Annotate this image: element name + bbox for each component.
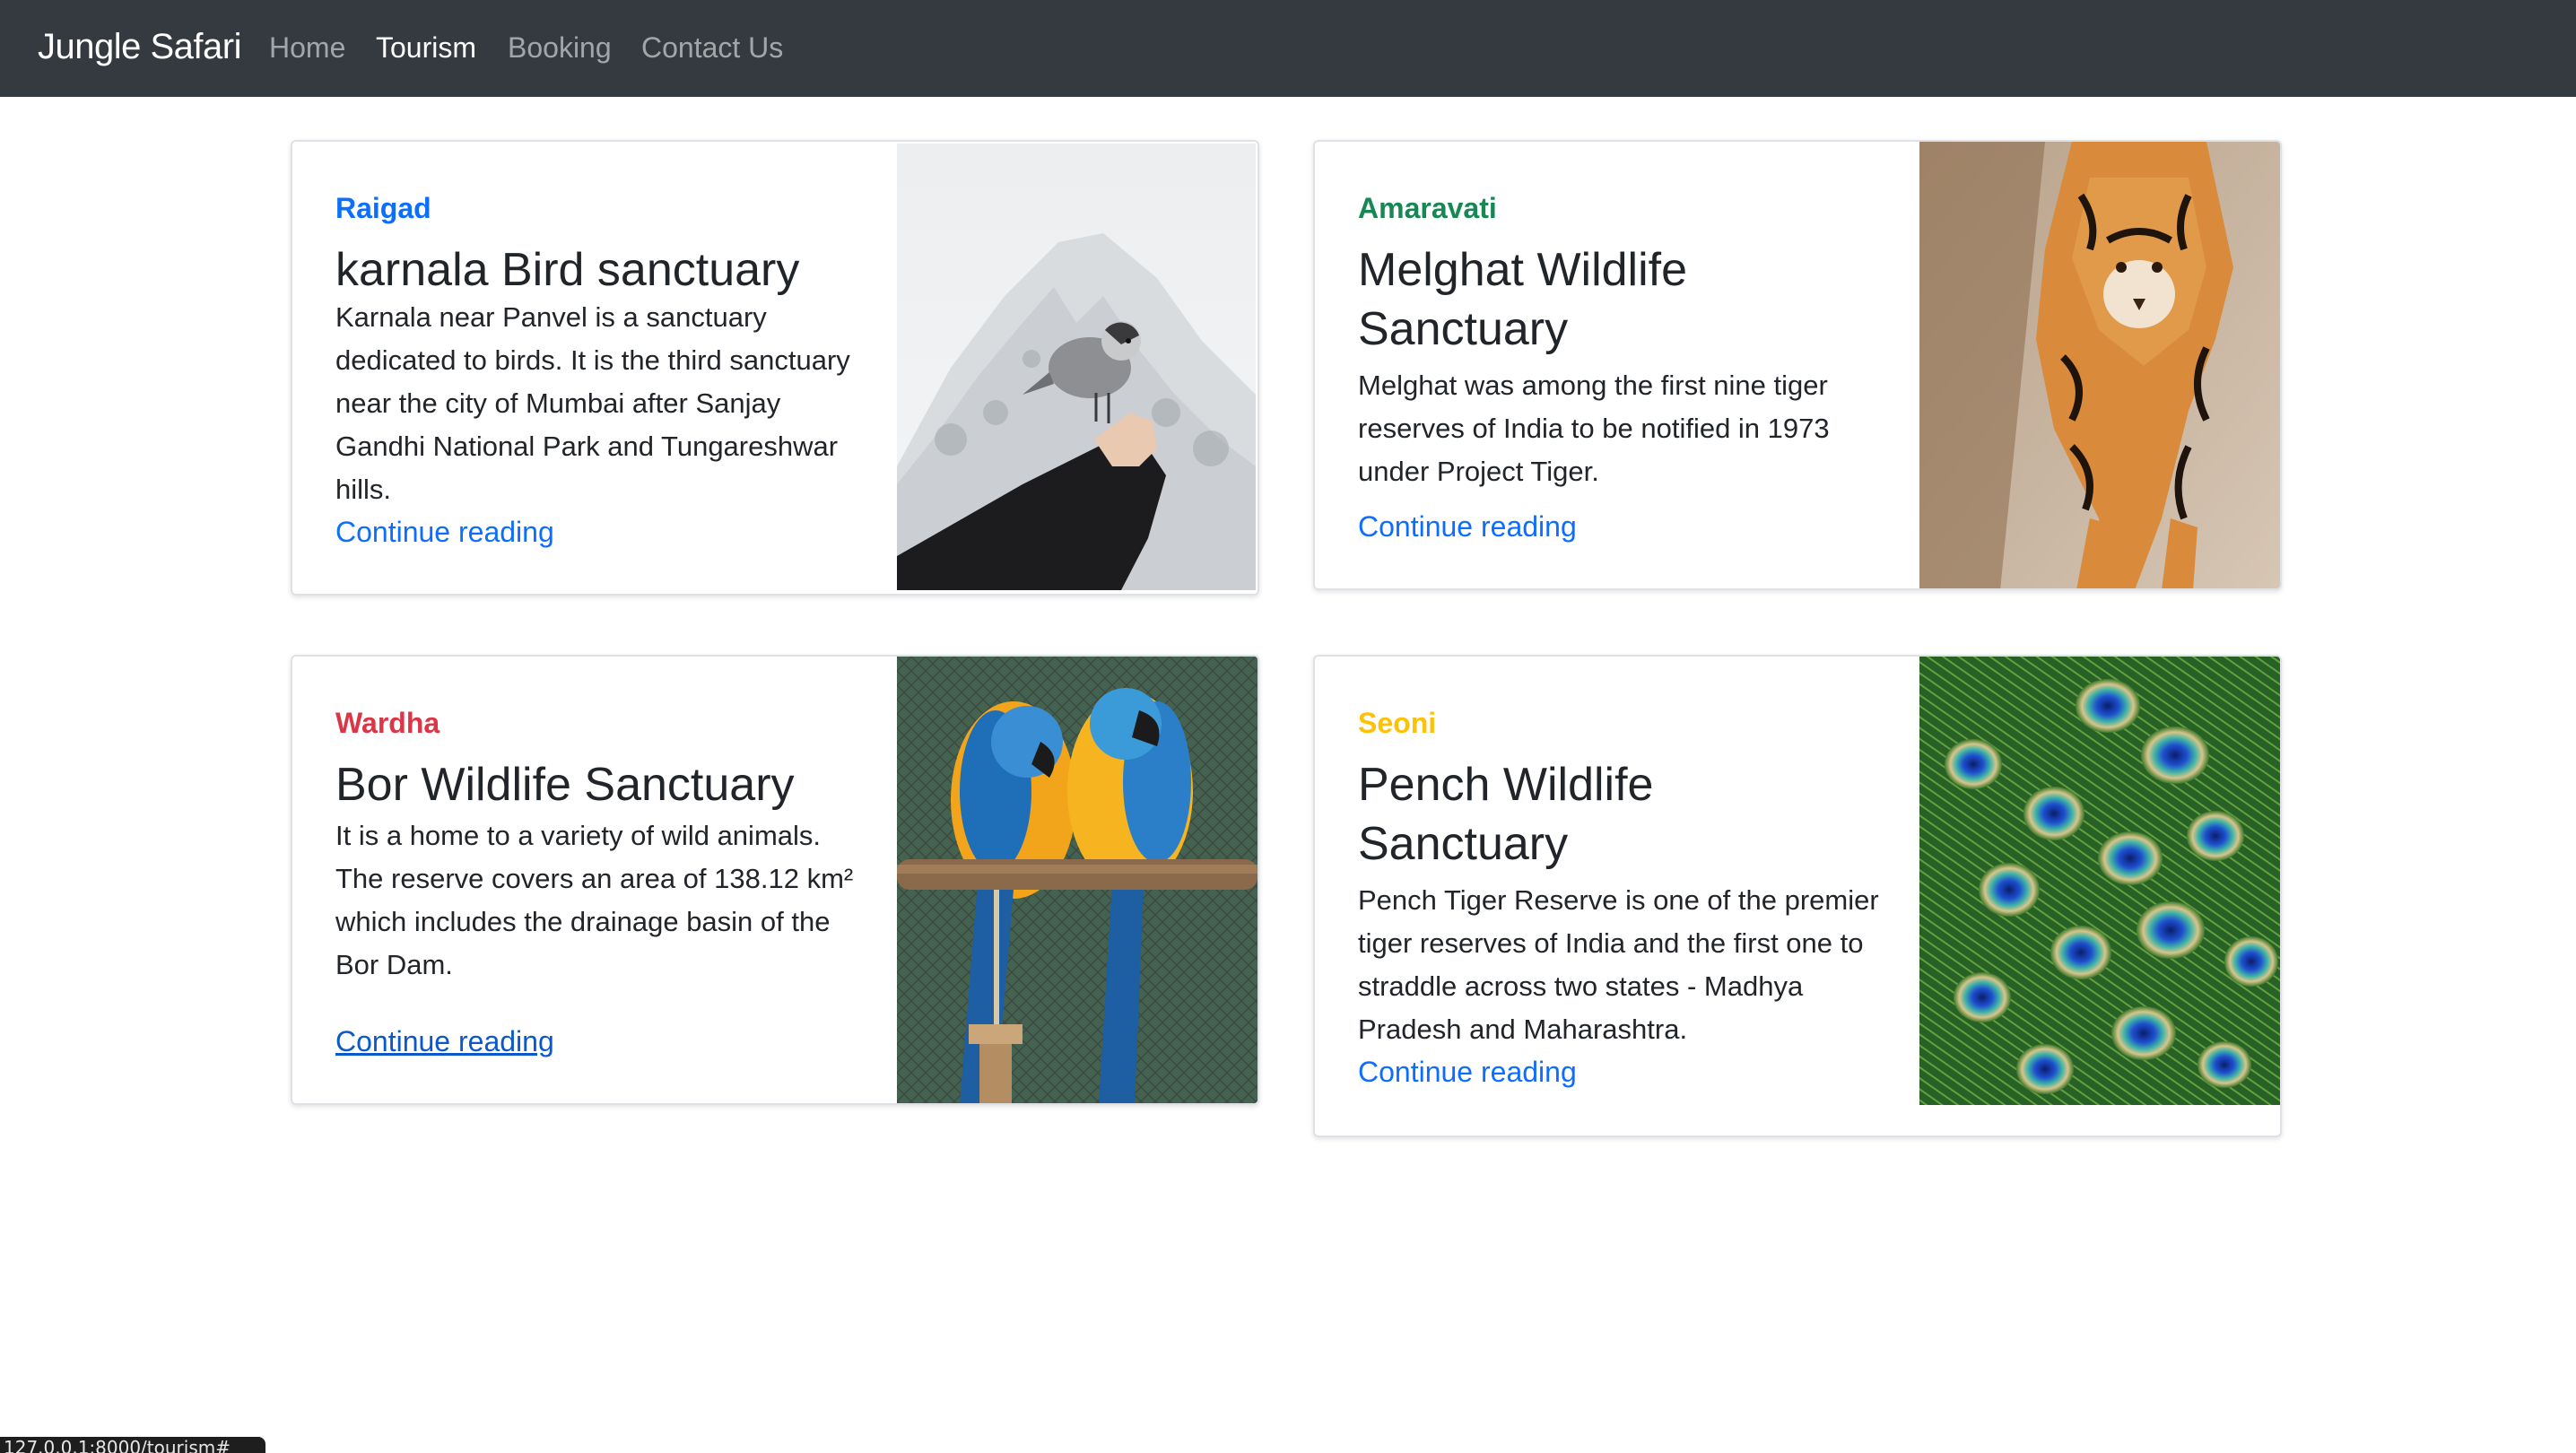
card-text: It is a home to a variety of wild animal… xyxy=(335,820,854,980)
card-region-label: Raigad xyxy=(335,192,431,224)
card-region-label: Seoni xyxy=(1358,707,1437,739)
card-region-label: Amaravati xyxy=(1358,192,1497,224)
card-title: karnala Bird sanctuary xyxy=(335,244,800,296)
sanctuary-card-bor: Wardha Bor Wildlife Sanctuary It is a ho… xyxy=(291,655,1259,1105)
sanctuary-card-pench: Seoni Pench Wildlife Sanctuary Pench Tig… xyxy=(1313,655,2282,1137)
macaw-parrots-image xyxy=(897,657,1258,1103)
nav-link-booking[interactable]: Booking xyxy=(508,29,612,66)
continue-reading-link[interactable]: Continue reading xyxy=(335,513,554,551)
brand-link[interactable]: Jungle Safari xyxy=(38,23,241,70)
continue-reading-link[interactable]: Continue reading xyxy=(335,1022,554,1060)
continue-reading-link[interactable]: Continue reading xyxy=(1358,508,1577,545)
card-title: Bor Wildlife Sanctuary xyxy=(335,759,795,811)
top-navbar: Jungle Safari Home Tourism Booking Conta… xyxy=(0,0,2576,97)
card-title: Melghat Wildlife Sanctuary xyxy=(1358,244,1688,355)
browser-status-url: 127.0.0.1:8000/tourism# xyxy=(0,1437,265,1453)
continue-reading-link[interactable]: Continue reading xyxy=(1358,1053,1577,1091)
card-text: Melghat was among the first nine tiger r… xyxy=(1358,370,1830,487)
peacock-feathers-image xyxy=(1919,657,2280,1105)
tiger-image xyxy=(1919,142,2280,588)
nav-link-home[interactable]: Home xyxy=(269,29,345,66)
card-text: Pench Tiger Reserve is one of the premie… xyxy=(1358,884,1879,1045)
nav-link-contact-us[interactable]: Contact Us xyxy=(641,29,783,66)
sanctuary-card-melghat: Amaravati Melghat Wildlife Sanctuary Mel… xyxy=(1313,140,2282,590)
nav-link-tourism[interactable]: Tourism xyxy=(376,29,476,66)
card-region-label: Wardha xyxy=(335,707,440,739)
snow-bird-image xyxy=(897,144,1256,590)
sanctuary-card-karnala: Raigad karnala Bird sanctuary Karnala ne… xyxy=(291,140,1259,596)
card-title: Pench Wildlife Sanctuary xyxy=(1358,759,1654,870)
card-text: Karnala near Panvel is a sanctuary dedic… xyxy=(335,301,850,505)
